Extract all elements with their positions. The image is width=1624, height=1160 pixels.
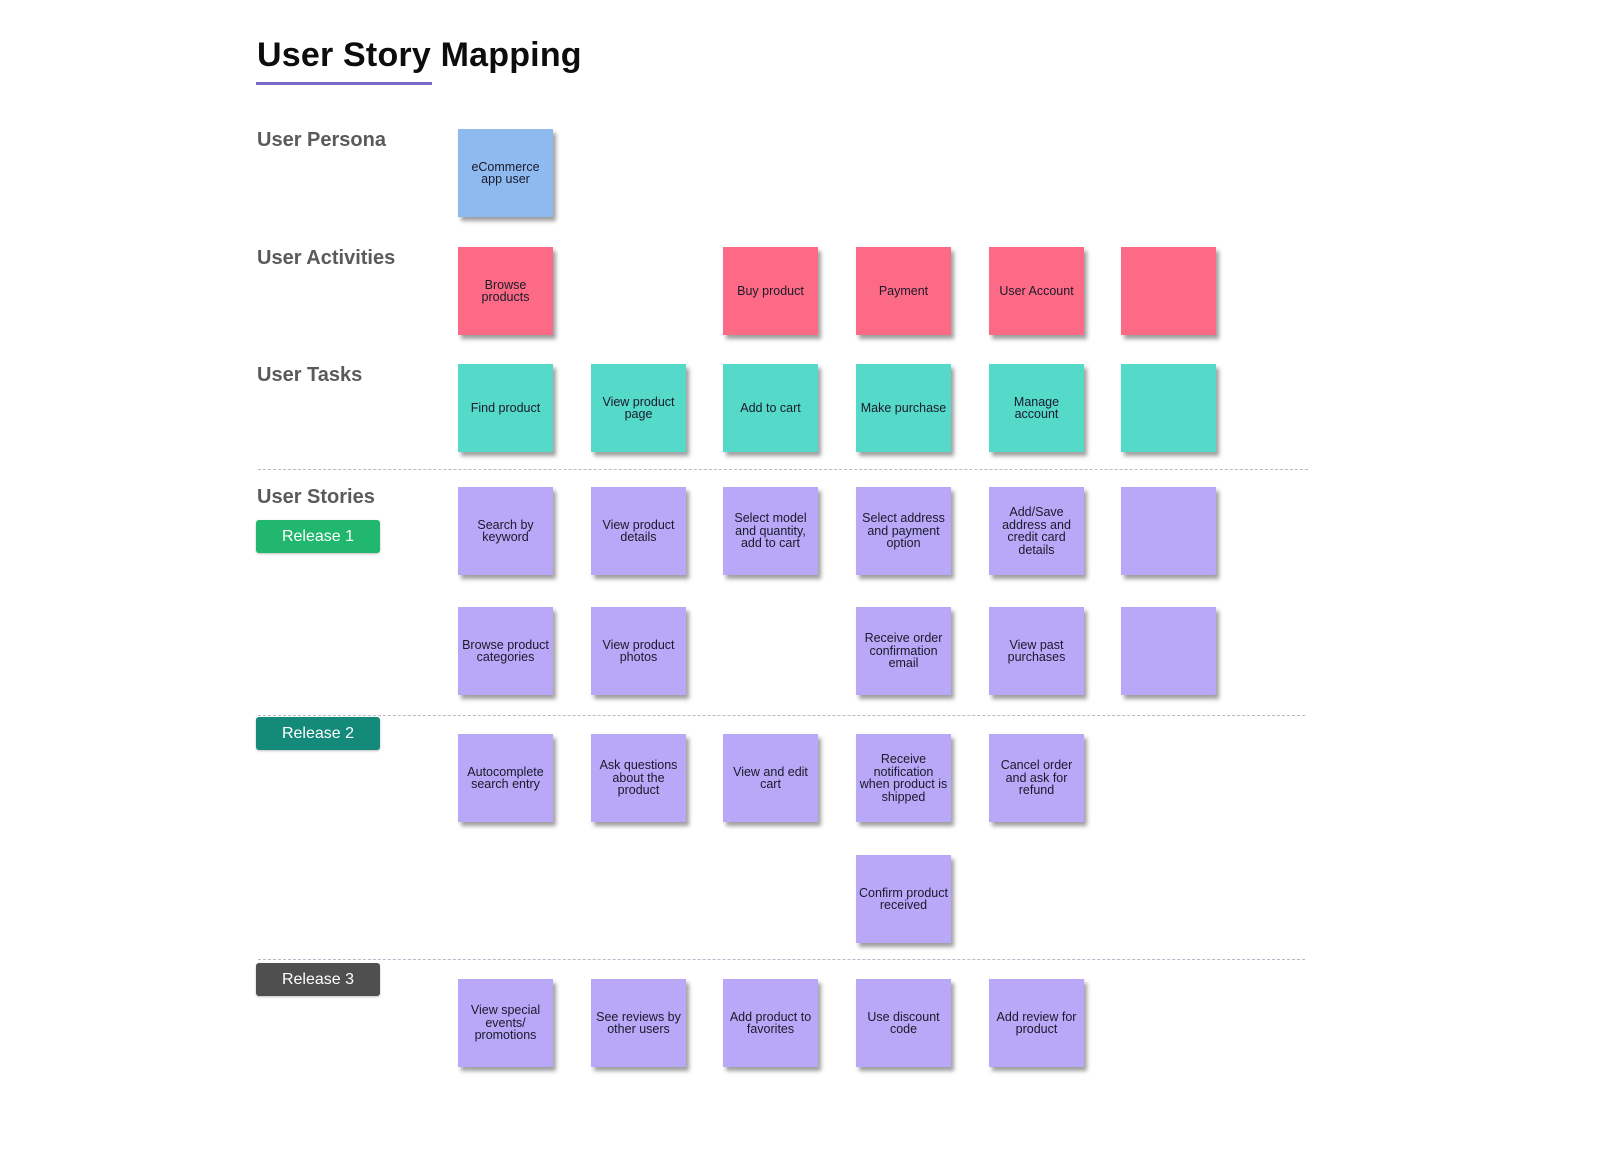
title-underline bbox=[256, 82, 432, 85]
task-sticky-text: Add to cart bbox=[740, 400, 801, 415]
story-sticky-note[interactable]: Cancel order and ask for refund bbox=[989, 734, 1084, 822]
page-title: User Story Mapping bbox=[257, 36, 582, 74]
story-sticky-text: Receive notification when product is shi… bbox=[859, 752, 948, 804]
activity-sticky-note[interactable]: Payment bbox=[856, 247, 951, 335]
story-sticky-text: Add product to favorites bbox=[729, 1009, 812, 1036]
story-sticky-text: View product details bbox=[602, 517, 675, 544]
task-sticky-note[interactable]: Add to cart bbox=[723, 364, 818, 452]
task-sticky-text: Make purchase bbox=[860, 400, 947, 415]
story-sticky-text: Add/Save address and credit card details bbox=[1002, 505, 1071, 557]
task-sticky-text: Find product bbox=[470, 400, 541, 415]
story-sticky-note[interactable]: Receive notification when product is shi… bbox=[856, 734, 951, 822]
story-sticky-note[interactable]: View and edit cart bbox=[723, 734, 818, 822]
divider-release-2-3 bbox=[258, 959, 1305, 960]
story-sticky-text: View special events/ promotions bbox=[470, 1003, 541, 1043]
task-sticky-note[interactable] bbox=[1121, 364, 1216, 452]
divider-release-1-2 bbox=[258, 715, 1305, 716]
activity-sticky-note[interactable] bbox=[1121, 247, 1216, 335]
story-sticky-text: View and edit cart bbox=[733, 764, 808, 791]
story-sticky-text: Cancel order and ask for refund bbox=[1000, 758, 1073, 798]
story-sticky-note[interactable]: Browse product categories bbox=[458, 607, 553, 695]
story-sticky-note[interactable]: See reviews by other users bbox=[591, 979, 686, 1067]
activity-sticky-note[interactable]: User Account bbox=[989, 247, 1084, 335]
story-sticky-note[interactable]: Add product to favorites bbox=[723, 979, 818, 1067]
story-sticky-text: Browse product categories bbox=[462, 637, 549, 664]
story-sticky-note[interactable]: View special events/ promotions bbox=[458, 979, 553, 1067]
story-sticky-note[interactable]: Ask questions about the product bbox=[591, 734, 686, 822]
story-sticky-note[interactable]: View product details bbox=[591, 487, 686, 575]
story-sticky-text: Select model and quantity, add to cart bbox=[734, 511, 807, 551]
story-sticky-text: Add review for product bbox=[996, 1009, 1077, 1036]
story-sticky-text: Receive order confirmation email bbox=[864, 631, 943, 671]
release-1-badge[interactable]: Release 1 bbox=[256, 520, 380, 553]
activity-sticky-note[interactable]: Browse products bbox=[458, 247, 553, 335]
story-sticky-note[interactable]: Add review for product bbox=[989, 979, 1084, 1067]
task-sticky-note[interactable]: Manage account bbox=[989, 364, 1084, 452]
section-label-tasks: User Tasks bbox=[257, 364, 363, 386]
story-sticky-text: Autocomplete search entry bbox=[467, 764, 544, 791]
story-sticky-text: See reviews by other users bbox=[596, 1009, 681, 1036]
persona-sticky-text: eCommerce app user bbox=[471, 159, 540, 186]
story-sticky-text: View product photos bbox=[602, 637, 675, 664]
story-sticky-note[interactable]: Autocomplete search entry bbox=[458, 734, 553, 822]
story-sticky-note[interactable] bbox=[1121, 487, 1216, 575]
section-label-persona: User Persona bbox=[257, 129, 386, 151]
story-sticky-text: Select address and payment option bbox=[862, 511, 945, 551]
activity-sticky-text: User Account bbox=[999, 283, 1074, 298]
story-sticky-text: Search by keyword bbox=[477, 517, 534, 544]
story-sticky-note[interactable]: Use discount code bbox=[856, 979, 951, 1067]
story-sticky-text: Confirm product received bbox=[859, 885, 948, 912]
release-2-badge[interactable]: Release 2 bbox=[256, 717, 380, 750]
task-sticky-note[interactable]: View product page bbox=[591, 364, 686, 452]
activity-sticky-text: Payment bbox=[878, 283, 929, 298]
story-sticky-note[interactable]: View product photos bbox=[591, 607, 686, 695]
activity-sticky-text: Buy product bbox=[737, 283, 804, 298]
section-label-stories: User Stories bbox=[257, 486, 375, 508]
activity-sticky-text: Browse products bbox=[481, 277, 530, 304]
story-sticky-note[interactable]: View past purchases bbox=[989, 607, 1084, 695]
story-sticky-note[interactable]: Confirm product received bbox=[856, 855, 951, 943]
story-sticky-text: View past purchases bbox=[1007, 637, 1066, 664]
task-sticky-text: View product page bbox=[602, 394, 675, 421]
story-sticky-note[interactable]: Select address and payment option bbox=[856, 487, 951, 575]
story-sticky-note[interactable]: Receive order confirmation email bbox=[856, 607, 951, 695]
task-sticky-note[interactable]: Find product bbox=[458, 364, 553, 452]
story-sticky-text: Ask questions about the product bbox=[599, 758, 678, 798]
story-sticky-text: Use discount code bbox=[867, 1009, 940, 1036]
story-sticky-note[interactable]: Select model and quantity, add to cart bbox=[723, 487, 818, 575]
persona-sticky-note[interactable]: eCommerce app user bbox=[458, 129, 553, 217]
task-sticky-text: Manage account bbox=[1013, 394, 1060, 421]
story-sticky-note[interactable] bbox=[1121, 607, 1216, 695]
activity-sticky-note[interactable]: Buy product bbox=[723, 247, 818, 335]
story-sticky-note[interactable]: Add/Save address and credit card details bbox=[989, 487, 1084, 575]
section-label-activities: User Activities bbox=[257, 247, 396, 269]
divider-tasks-stories bbox=[258, 469, 1308, 470]
task-sticky-note[interactable]: Make purchase bbox=[856, 364, 951, 452]
release-3-badge[interactable]: Release 3 bbox=[256, 963, 380, 996]
story-sticky-note[interactable]: Search by keyword bbox=[458, 487, 553, 575]
